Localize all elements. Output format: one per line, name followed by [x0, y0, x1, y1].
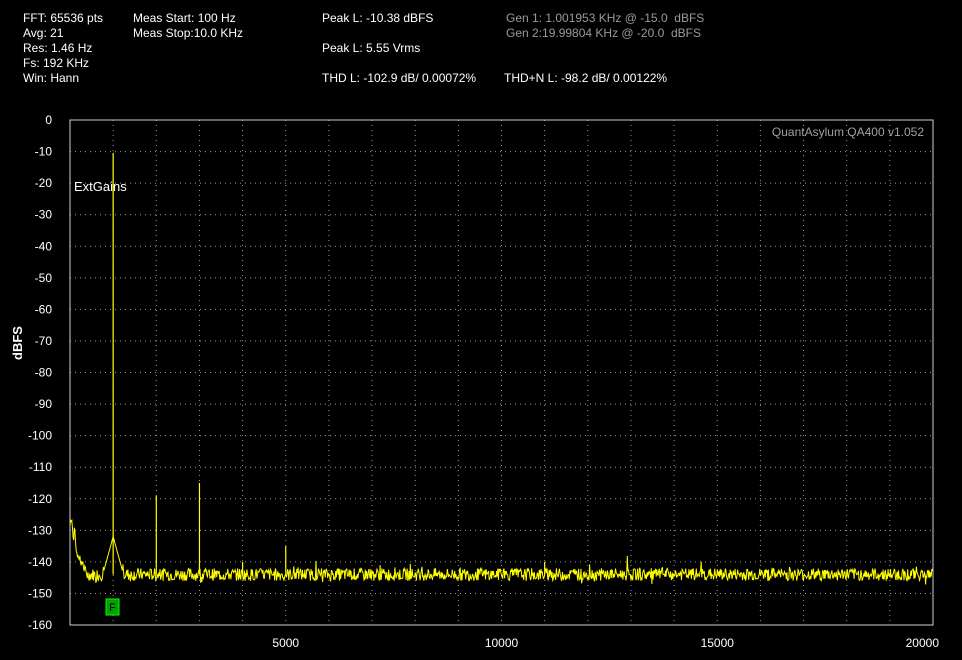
y-tick-label: -80 — [35, 366, 53, 380]
y-tick-label: -20 — [35, 176, 53, 190]
marker-label: F — [109, 602, 116, 614]
watermark-label: QuantAsylum QA400 v1.052 — [772, 125, 924, 139]
y-tick-label: -70 — [35, 334, 53, 348]
y-tick-label: -100 — [28, 429, 52, 443]
x-tick-labels: 5000 10000 15000 20000 — [272, 636, 939, 650]
harmonic-peaks — [112, 152, 546, 575]
y-tick-label: -120 — [28, 492, 52, 506]
y-tick-label: -30 — [35, 208, 53, 222]
y-tick-label: -140 — [28, 555, 52, 569]
y-tick-label: -150 — [28, 586, 52, 600]
y-tick-label: -40 — [35, 239, 53, 253]
x-tick-label: 10000 — [485, 636, 519, 650]
y-tick-label: -90 — [35, 397, 53, 411]
y-tick-label: 0 — [45, 113, 52, 127]
y-tick-label: -110 — [29, 460, 52, 474]
frequency-marker[interactable]: F — [105, 598, 120, 616]
y-tick-label: -60 — [35, 302, 53, 316]
x-tick-label: 20000 — [906, 636, 940, 650]
x-tick-label: 15000 — [701, 636, 735, 650]
y-tick-label: -160 — [28, 618, 52, 632]
x-tick-label: 5000 — [272, 636, 299, 650]
extgains-annotation: ExtGains — [74, 179, 127, 194]
y-tick-labels: 0 -10 -20 -30 -40 -50 -60 -70 -80 -90 -100 -110 -120… — [28, 113, 52, 632]
y-tick-label: -50 — [35, 271, 53, 285]
spectrum-plot[interactable]: 0 -10 -20 -30 -40 -50 -60 -70 -80 -90 -100 -110 -120… — [0, 0, 962, 660]
y-tick-label: -10 — [35, 145, 53, 159]
y-tick-label: -130 — [28, 523, 52, 537]
